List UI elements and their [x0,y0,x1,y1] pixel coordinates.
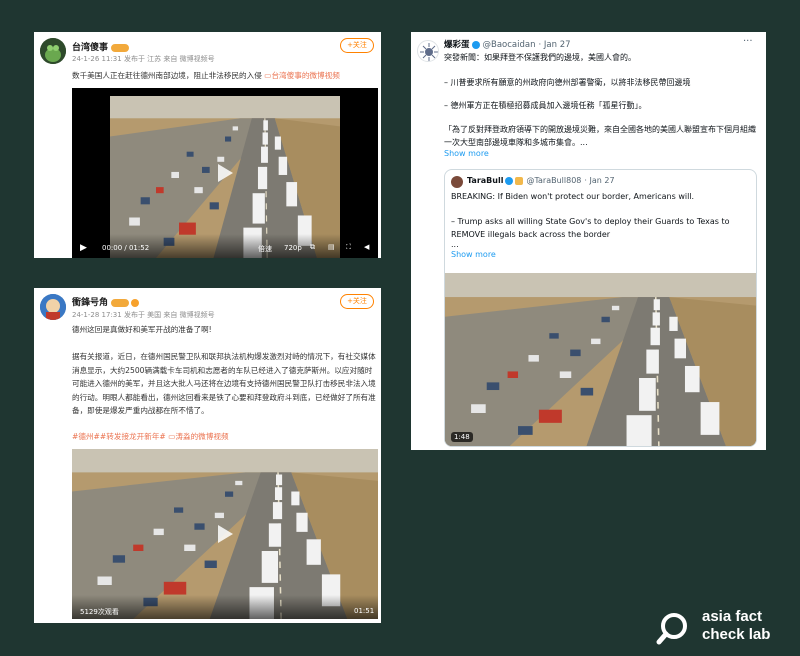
post-meta: 24-1-28 17:31 发布于 美国 来自 微博视频号 [72,311,215,319]
verified-badge-icon [131,298,140,307]
tweet-line-1: 突發新聞：如果拜登不保護我們的邊境，美國人會的。 [444,53,636,62]
play-button-icon[interactable]: ▶ [80,243,87,253]
avatar[interactable] [40,294,66,320]
video-player[interactable]: ▶ 00:00 / 01:52 倍速 720p ⧉ ▤ ⛶ ◀ [72,88,378,258]
verified-icon [471,40,480,49]
username[interactable]: 衝鋒号角 [72,295,140,308]
cartoon-avatar-icon [40,294,66,320]
logo-line-2: check lab [702,626,771,643]
tweet-line-3: – 德州軍方正在積極招募成員加入邊境任務「孤星行動」。 [444,101,647,110]
hashtags[interactable]: #德州##转发接龙开新年# [72,432,166,441]
avatar[interactable] [40,38,66,64]
follow-button[interactable]: +关注 [340,294,374,309]
weibo-post-taiwan: 台湾傻事 24-1-26 11:31 发布于 江苏 来自 微博视频号 +关注 数… [34,32,381,258]
play-icon[interactable] [218,164,233,182]
verified-icon [505,176,514,185]
post-text: 数千美国人正在赶往德州南部边境，阻止非法移民的入侵 ▭台湾傻事的微博视频 [72,71,340,80]
volume-icon[interactable]: ◀ [364,243,369,251]
quoted-line-3: ... [451,240,459,249]
post-tags: #德州##转发接龙开新年# ▭涛淼的微博视频 [72,431,378,443]
speed-button[interactable]: 倍速 [258,244,272,254]
video-player[interactable]: 5129次观看 01:51 [72,449,378,619]
video-link[interactable]: ▭涛淼的微博视频 [168,432,228,441]
video-link[interactable]: ▭台湾傻事的微博视频 [264,71,340,80]
more-options-icon[interactable]: ··· [743,36,753,47]
show-more-link[interactable]: Show more [444,149,489,158]
frog-avatar-icon [40,38,66,64]
affiliate-badge-icon [515,176,524,185]
avatar[interactable] [417,40,439,62]
logo-line-1: asia fact [702,608,763,625]
burst-avatar-icon [420,43,438,61]
video-time: 00:00 / 01:52 [102,244,150,252]
post-meta: 24-1-26 11:31 发布于 江苏 来自 微博视频号 [72,55,215,63]
tweet-line-2: – 川普要求所有願意的州政府向德州部署警衛，以將非法移民帶回邊境 [444,78,691,87]
vip-badge-icon [111,298,130,307]
fullscreen-icon[interactable]: ⛶ [346,243,351,252]
danmaku-icon[interactable]: ▤ [328,243,335,251]
username[interactable]: 台湾傻事 [72,40,130,53]
quoted-tweet[interactable]: TaraBull @TaraBull808 · Jan 27 BREAKING: I… [444,169,757,447]
quoted-video[interactable]: 1:48 [445,273,757,447]
convoy-video-frame [445,273,757,447]
quoted-avatar [451,176,463,188]
quoted-show-more[interactable]: Show more [451,250,496,259]
quality-button[interactable]: 720p [284,244,302,252]
video-duration: 1:48 [451,432,473,442]
vip-badge-icon [111,43,130,52]
magnifier-logo-icon [656,613,687,645]
video-controls: ▶ 00:00 / 01:52 倍速 720p ⧉ ▤ ⛶ ◀ [72,234,378,258]
tweet-line-4: 「為了反對拜登政府領導下的開放邊境災難，來自全國各地的美國人聯盟宣布下個月組織一… [444,125,756,147]
x-post-baocaidan: 爆彩蛋 @Baocaidan · Jan 27 ··· 突發新聞：如果拜登不保護我們… [411,32,766,450]
weibo-post-chongfeng: 衝鋒号角 24-1-28 17:31 发布于 美国 来自 微博视频号 +关注 德… [34,288,381,623]
quoted-line-1: BREAKING: If Biden won't protect our bor… [451,192,695,201]
author-name[interactable]: 爆彩蛋 @Baocaidan · Jan 27 [444,38,571,50]
post-body: 据有关报道，近日，在德州国民警卫队和联邦执法机构爆发激烈对峙的情况下，有社交媒体… [72,352,376,415]
pip-icon[interactable]: ⧉ [310,243,315,252]
asia-fact-check-lab-logo: asia fact check lab [656,604,796,650]
post-headline: 德州这回是真做好和美军开战的准备了啊! [72,325,212,334]
quoted-author[interactable]: TaraBull @TaraBull808 · Jan 27 [467,176,615,185]
video-controls: 5129次观看 01:51 [72,595,378,619]
video-duration: 01:51 [354,607,375,615]
follow-button[interactable]: +关注 [340,38,374,53]
play-icon[interactable] [218,525,233,543]
view-count: 5129次观看 [80,608,119,616]
